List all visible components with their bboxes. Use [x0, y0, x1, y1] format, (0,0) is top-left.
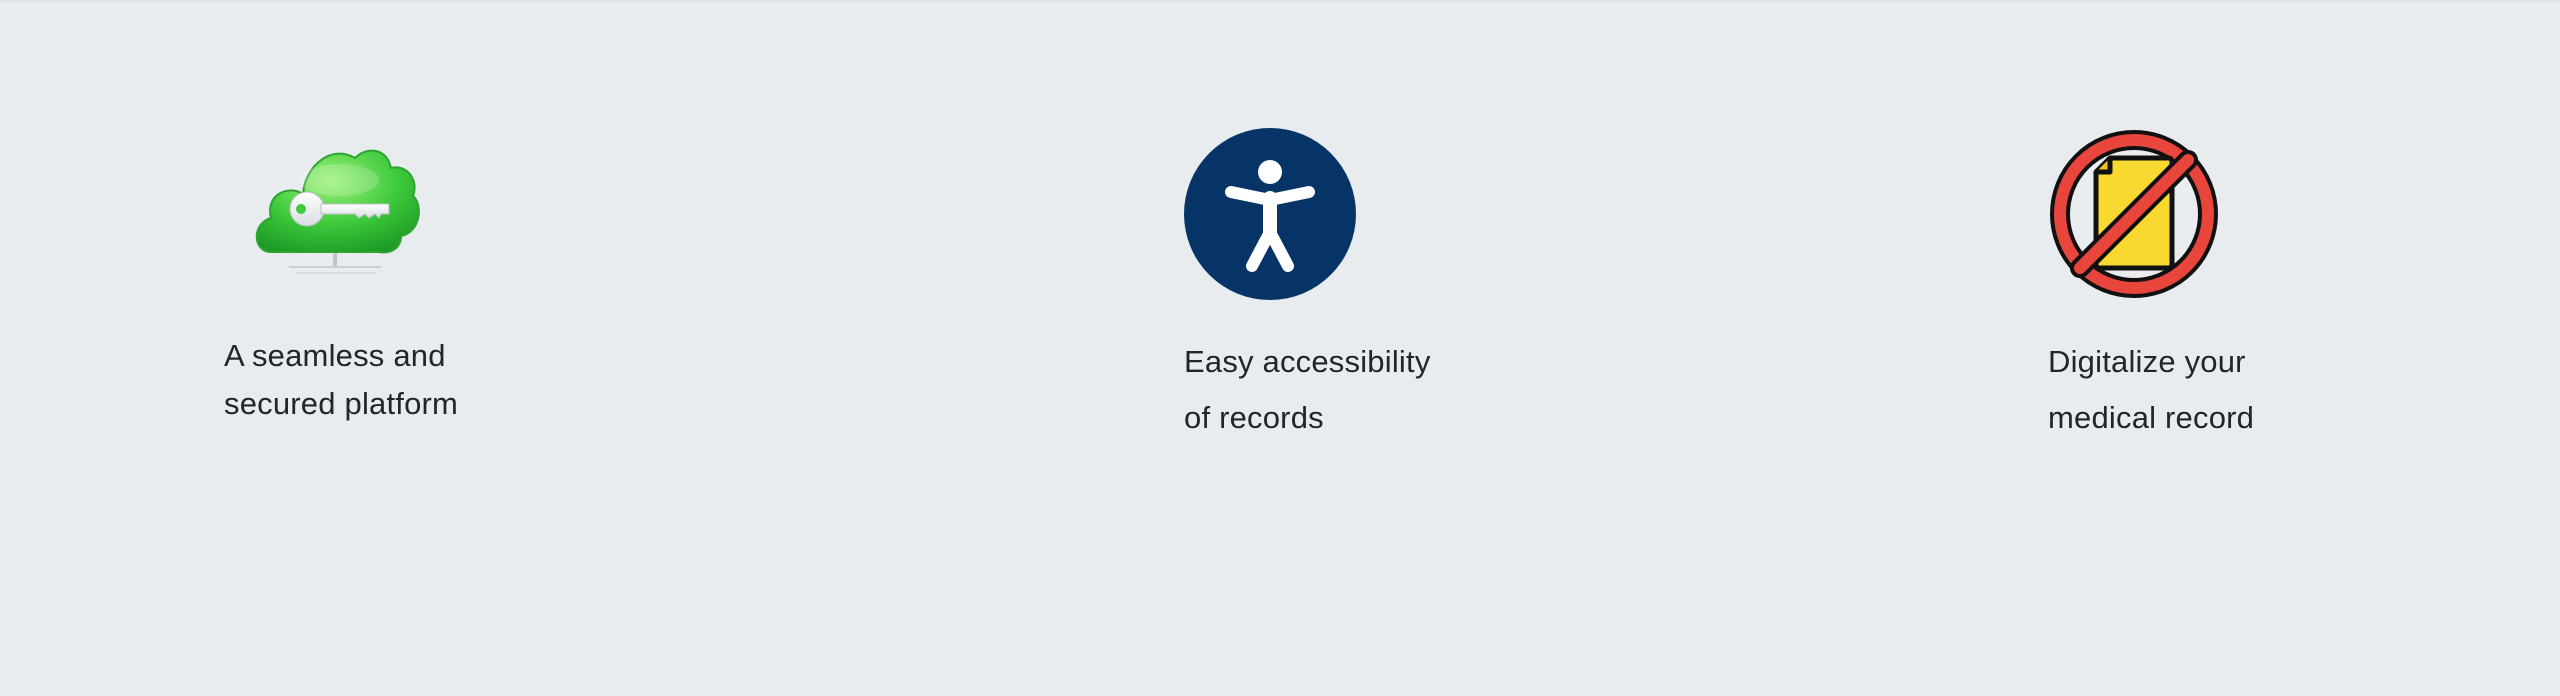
- no-paper-document-icon: [2050, 130, 2218, 298]
- feature-label: Digitalize your medical record: [2048, 334, 2408, 446]
- feature-label-line: A seamless and: [224, 338, 446, 373]
- feature-label-line: Easy accessibility: [1184, 344, 1431, 379]
- feature-label-line: secured platform: [224, 386, 459, 421]
- feature-label-line: medical record: [2048, 400, 2255, 435]
- feature-label: A seamless and secured platform: [224, 332, 584, 428]
- top-divider: [0, 0, 2560, 2]
- cloud-key-icon: [255, 149, 420, 274]
- feature-label-line: Digitalize your: [2048, 344, 2246, 379]
- feature-label: Easy accessibility of records: [1184, 334, 1544, 446]
- accessibility-icon: [1184, 128, 1356, 300]
- feature-label-line: of records: [1184, 400, 1324, 435]
